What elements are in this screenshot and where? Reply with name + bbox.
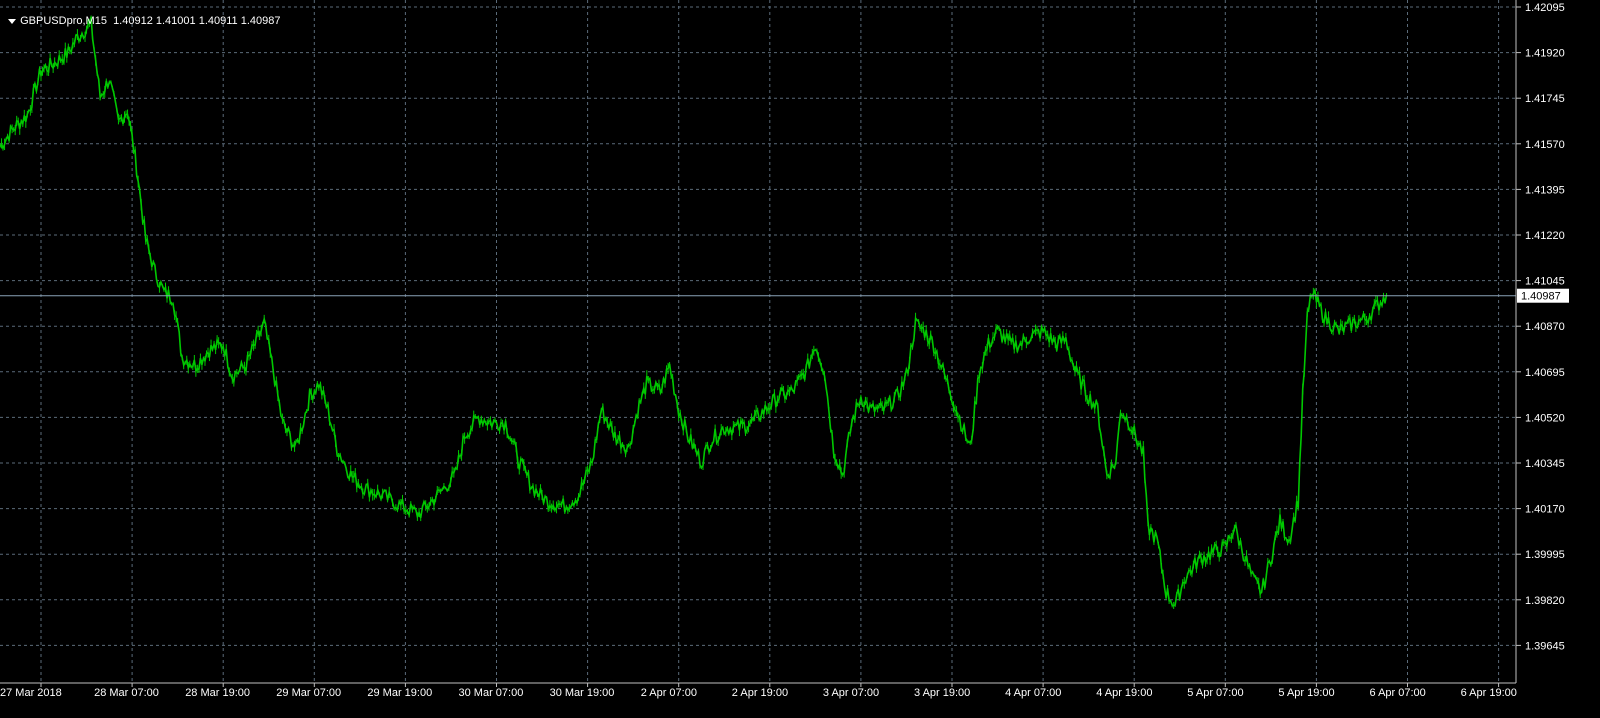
y-tick-label: 1.39645 bbox=[1525, 640, 1565, 652]
y-tick-label: 1.41045 bbox=[1525, 276, 1565, 288]
y-tick-label: 1.40695 bbox=[1525, 367, 1565, 379]
x-tick-label: 2 Apr 07:00 bbox=[641, 687, 697, 699]
x-tick-label: 4 Apr 07:00 bbox=[1005, 687, 1061, 699]
ohlc-values: 1.40912 1.41001 1.40911 1.40987 bbox=[113, 15, 281, 27]
x-tick-label: 3 Apr 07:00 bbox=[823, 687, 879, 699]
x-tick-label: 3 Apr 19:00 bbox=[914, 687, 970, 699]
current-price-text: 1.40987 bbox=[1521, 291, 1561, 303]
y-tick-label: 1.41395 bbox=[1525, 184, 1565, 196]
x-tick-label: 28 Mar 19:00 bbox=[185, 687, 250, 699]
y-tick-label: 1.41570 bbox=[1525, 139, 1565, 151]
x-tick-label: 6 Apr 19:00 bbox=[1461, 687, 1517, 699]
price-chart[interactable]: 1.42095 1.41920 1.41745 1.41570 1.41395 1.412… bbox=[0, 0, 1600, 713]
symbol-label: GBPUSDpro,M15 bbox=[20, 15, 107, 27]
x-tick-label: 29 Mar 19:00 bbox=[367, 687, 432, 699]
y-tick-label: 1.41920 bbox=[1525, 48, 1565, 60]
x-tick-label: 30 Mar 19:00 bbox=[550, 687, 615, 699]
x-tick-label: 28 Mar 07:00 bbox=[94, 687, 159, 699]
y-tick-label: 1.41220 bbox=[1525, 230, 1565, 242]
x-tick-label: 5 Apr 07:00 bbox=[1187, 687, 1243, 699]
chart-header: GBPUSDpro,M15 1.40912 1.41001 1.40911 1.… bbox=[2, 3, 280, 27]
y-tick-label: 1.39820 bbox=[1525, 595, 1565, 607]
dropdown-triangle-icon[interactable] bbox=[8, 18, 17, 24]
y-tick-label: 1.40345 bbox=[1525, 458, 1565, 470]
current-price-label: 1.40987 bbox=[1517, 288, 1569, 303]
x-tick-label: 30 Mar 07:00 bbox=[459, 687, 524, 699]
x-tick-label: 2 Apr 19:00 bbox=[732, 687, 788, 699]
x-tick-label: 5 Apr 19:00 bbox=[1278, 687, 1334, 699]
y-tick-label: 1.40520 bbox=[1525, 412, 1565, 424]
y-tick-label: 1.40170 bbox=[1525, 504, 1565, 516]
x-tick-label: 27 Mar 2018 bbox=[0, 687, 62, 699]
chart-area[interactable]: 1.42095 1.41920 1.41745 1.41570 1.41395 1.412… bbox=[0, 0, 1600, 713]
x-tick-label: 29 Mar 07:00 bbox=[276, 687, 341, 699]
x-tick-label: 6 Apr 07:00 bbox=[1370, 687, 1426, 699]
x-tick-label: 4 Apr 19:00 bbox=[1096, 687, 1152, 699]
y-tick-label: 1.39995 bbox=[1525, 549, 1565, 561]
y-tick-label: 1.40870 bbox=[1525, 321, 1565, 333]
y-tick-label: 1.42095 bbox=[1525, 2, 1565, 14]
y-tick-label: 1.41745 bbox=[1525, 93, 1565, 105]
